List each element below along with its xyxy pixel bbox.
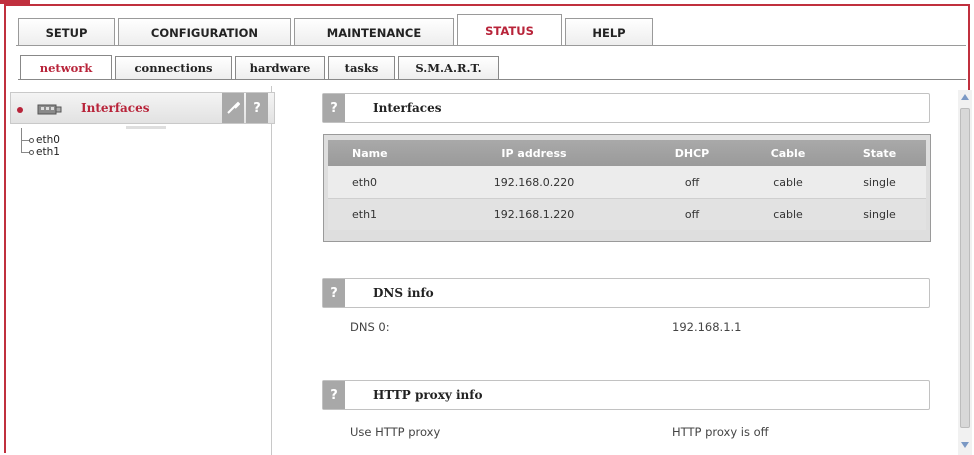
- scroll-up-icon[interactable]: [961, 94, 969, 100]
- dns-section-title: DNS info: [373, 286, 434, 300]
- scroll-thumb[interactable]: [960, 108, 970, 428]
- vertical-scrollbar[interactable]: [958, 90, 972, 455]
- col-state: State: [862, 146, 897, 160]
- tab-configuration[interactable]: CONFIGURATION: [118, 18, 291, 46]
- interfaces-table: Name IP address DHCP Cable State eth0 19…: [323, 134, 931, 242]
- sub-tabs: network connections hardware tasks S.M.A…: [20, 55, 502, 79]
- table-row: eth1 192.168.1.220 off cable single: [328, 198, 926, 230]
- resize-handle[interactable]: [126, 126, 166, 129]
- tab-setup[interactable]: SETUP: [18, 18, 115, 46]
- interface-tree: eth0 eth1: [20, 128, 60, 158]
- dns-value: 192.168.1.1: [672, 320, 742, 334]
- sidebar-help-button[interactable]: ?: [246, 93, 268, 123]
- proxy-value: HTTP proxy is off: [672, 425, 769, 439]
- sidebar: Interfaces ? eth0 eth1: [6, 86, 275, 455]
- main-tabs: SETUP CONFIGURATION MAINTENANCE STATUS H…: [18, 14, 656, 46]
- interfaces-section-header: ? Interfaces: [322, 93, 930, 123]
- tab-status[interactable]: STATUS: [457, 14, 562, 46]
- col-cable: Cable: [770, 146, 806, 160]
- dns-key: DNS 0:: [350, 320, 390, 334]
- tab-help[interactable]: HELP: [565, 18, 653, 46]
- col-ip: IP address: [501, 146, 567, 160]
- proxy-key: Use HTTP proxy: [350, 425, 441, 439]
- tree-item-eth1[interactable]: eth1: [20, 140, 60, 158]
- tab-maintenance[interactable]: MAINTENANCE: [294, 18, 454, 46]
- col-name: Name: [352, 146, 388, 160]
- sub-tabbar-divider: [18, 79, 966, 80]
- dns-help-button[interactable]: ?: [323, 279, 345, 307]
- subtab-connections[interactable]: connections: [115, 56, 232, 79]
- wrench-icon[interactable]: [222, 93, 244, 123]
- dns-section-header: ? DNS info: [322, 278, 930, 308]
- table-row: eth0 192.168.0.220 off cable single: [328, 166, 926, 198]
- subtab-smart[interactable]: S.M.A.R.T.: [398, 56, 499, 79]
- subtab-network[interactable]: network: [20, 55, 112, 79]
- proxy-help-button[interactable]: ?: [323, 381, 345, 409]
- subtab-hardware[interactable]: hardware: [235, 56, 325, 79]
- sidebar-title: Interfaces: [81, 101, 150, 115]
- col-dhcp: DHCP: [674, 146, 710, 160]
- subtab-tasks[interactable]: tasks: [328, 56, 395, 79]
- active-dot-icon: [17, 107, 23, 113]
- network-card-icon: [37, 104, 62, 115]
- main-tabbar-divider: [16, 45, 966, 46]
- proxy-section-title: HTTP proxy info: [373, 388, 483, 402]
- interfaces-help-button[interactable]: ?: [323, 94, 345, 122]
- proxy-section-header: ? HTTP proxy info: [322, 380, 930, 410]
- scroll-down-icon[interactable]: [961, 442, 969, 448]
- sidebar-header: Interfaces ?: [10, 92, 275, 124]
- tree-item-eth0[interactable]: eth0: [20, 128, 60, 146]
- interfaces-section-title: Interfaces: [373, 101, 442, 115]
- table-header: Name IP address DHCP Cable State: [328, 140, 926, 166]
